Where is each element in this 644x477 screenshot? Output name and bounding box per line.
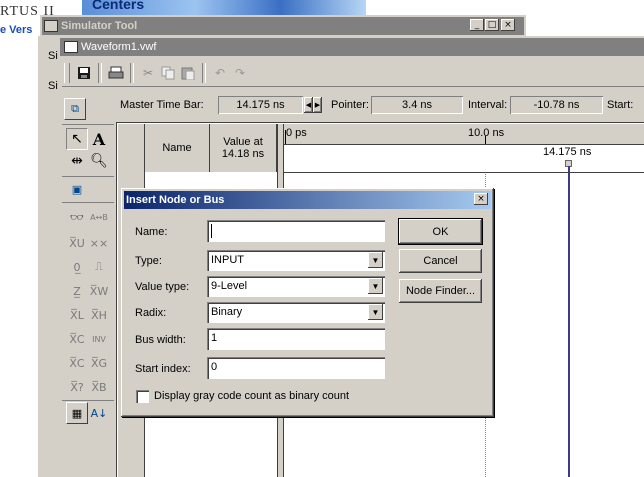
random-values-icon[interactable]: X̅?: [66, 376, 88, 398]
start-index-input[interactable]: 0: [207, 357, 385, 379]
radix-select[interactable]: Binary ▼: [207, 302, 385, 323]
start-index-field-label: Start index:: [135, 363, 191, 375]
ruler-tick: [485, 136, 486, 144]
snap-to-grid-icon[interactable]: ▦: [66, 402, 88, 424]
name-field-label: Name:: [135, 226, 168, 238]
window-select-icon[interactable]: ⧉: [64, 98, 86, 120]
chevron-down-icon[interactable]: ▼: [368, 304, 383, 320]
simulator-titlebar[interactable]: Simulator Tool: [42, 17, 524, 35]
type-field-label: Type:: [135, 255, 162, 267]
bus-width-input[interactable]: 1: [207, 328, 385, 350]
sort-icon[interactable]: A↓: [88, 402, 110, 424]
chevron-down-icon[interactable]: ▼: [368, 278, 383, 294]
maximize-button[interactable]: □: [485, 19, 499, 31]
paste-icon[interactable]: [178, 63, 198, 83]
dialog-titlebar[interactable]: Insert Node or Bus: [124, 191, 491, 209]
background-centers-text: Centers: [92, 0, 145, 12]
background-version-text: e Vers: [0, 24, 33, 36]
selection-tool-icon[interactable]: ↖: [66, 128, 88, 150]
print-icon[interactable]: [106, 63, 126, 83]
name-header-text: Name: [162, 142, 192, 154]
forcing-low-icon[interactable]: 0̲: [66, 256, 88, 278]
value-type-field-label: Value type:: [135, 281, 190, 293]
text-caret: [211, 224, 212, 238]
name-column-header[interactable]: Name: [145, 124, 210, 172]
invert-icon[interactable]: X̅C: [66, 328, 88, 350]
dialog-close-button[interactable]: ×: [474, 193, 488, 205]
value-type-select-value: 9-Level: [211, 280, 248, 292]
background-letter: Si: [48, 80, 58, 92]
node-finder-button[interactable]: Node Finder...: [399, 279, 482, 303]
value-type-select[interactable]: 9-Level ▼: [207, 276, 385, 297]
cut-icon[interactable]: ✂: [138, 63, 158, 83]
interval-label: Interval:: [468, 99, 508, 111]
uninitialized-icon[interactable]: X̅U: [66, 232, 88, 254]
ruler-start-label: 0 ps: [286, 127, 307, 139]
ruler-mid-label: 10.0 ns: [468, 127, 505, 139]
waveform-window-title: Waveform1.vwf: [81, 41, 157, 53]
value-header-line1: Value at: [223, 136, 263, 148]
waveform-window-icon: [64, 41, 78, 53]
clock-icon[interactable]: X̅C: [66, 352, 88, 374]
main-toolbar: ✂ ↶ ↷: [62, 60, 644, 87]
radix-field-label: Radix:: [135, 307, 167, 319]
interval-field: -10.78 ns: [510, 96, 603, 114]
gray-code-checkbox-label[interactable]: Display gray code count as binary count: [154, 390, 349, 402]
overwrite-binary-icon[interactable]: X̅B: [88, 376, 110, 398]
tool-palette: ⧉ ↖ A ⇹ 🔍︎ ▣ 👓︎ A↔B X̅U ⨯⨯ 0̲ ⎍ Z̲ X̅W X…: [62, 92, 114, 477]
value-header-line2: 14.18 ns: [221, 148, 265, 160]
radix-select-value: Binary: [211, 306, 243, 318]
dont-care-icon[interactable]: ⨯⨯: [88, 232, 110, 254]
type-select-value: INPUT: [211, 254, 244, 266]
ok-button-label: OK: [432, 225, 449, 238]
pointer-label: Pointer:: [331, 99, 369, 111]
waveform-titlebar[interactable]: Waveform1.vwf: [60, 38, 644, 56]
master-time-bar-field[interactable]: 14.175 ns: [218, 96, 303, 114]
save-icon[interactable]: [74, 63, 94, 83]
master-time-cursor-line[interactable]: [568, 166, 570, 477]
waveform-editing-tool-icon[interactable]: ⇹: [66, 150, 88, 172]
pointer-field: 3.4 ns: [371, 96, 463, 114]
master-time-bar-label: Master Time Bar:: [120, 99, 204, 111]
start-label: Start:: [607, 99, 634, 111]
grid-header-separator: [284, 172, 644, 173]
replace-icon[interactable]: A↔B: [88, 206, 110, 228]
text-tool-icon[interactable]: A: [88, 128, 110, 150]
redo-icon[interactable]: ↷: [230, 63, 250, 83]
simulator-window-icon: [44, 20, 58, 32]
arbitrary-value-icon[interactable]: X̅G: [88, 352, 110, 374]
copy-icon[interactable]: [158, 63, 178, 83]
node-finder-button-label: Node Finder...: [405, 285, 476, 297]
master-time-next-button[interactable]: ▶: [313, 97, 322, 113]
master-time-prev-button[interactable]: ◀: [304, 97, 313, 113]
time-ruler[interactable]: [284, 124, 644, 145]
find-icon[interactable]: 👓︎: [66, 206, 88, 228]
chevron-down-icon[interactable]: ▼: [368, 252, 383, 268]
zoom-tool-icon[interactable]: 🔍︎: [88, 150, 110, 172]
dialog-title: Insert Node or Bus: [126, 194, 225, 206]
forcing-high-icon[interactable]: ⎍: [88, 256, 110, 278]
background-letter: Si: [48, 50, 58, 62]
undo-icon[interactable]: ↶: [210, 63, 230, 83]
full-screen-icon[interactable]: ▣: [66, 178, 88, 200]
grid-corner: [118, 124, 145, 172]
ruler-tick: [285, 130, 286, 144]
simulator-window-title: Simulator Tool: [61, 20, 138, 32]
close-button[interactable]: ×: [501, 19, 515, 31]
bus-width-field-label: Bus width:: [135, 334, 186, 346]
weak-low-icon[interactable]: X̅L: [66, 304, 88, 326]
weak-unknown-icon[interactable]: X̅W: [88, 280, 110, 302]
high-impedance-icon[interactable]: Z̲: [66, 280, 88, 302]
minimize-button[interactable]: _: [470, 19, 484, 31]
type-select[interactable]: INPUT ▼: [207, 250, 385, 271]
gray-code-checkbox[interactable]: [136, 390, 149, 403]
name-input[interactable]: [207, 220, 385, 242]
value-column-header[interactable]: Value at 14.18 ns: [210, 124, 277, 172]
weak-high-icon[interactable]: X̅H: [88, 304, 110, 326]
cancel-button[interactable]: Cancel: [399, 249, 482, 273]
ok-button[interactable]: OK: [399, 219, 482, 244]
count-value-icon[interactable]: INV: [88, 328, 110, 350]
cancel-button-label: Cancel: [423, 255, 458, 267]
cursor-time-label: 14.175 ns: [543, 146, 592, 158]
